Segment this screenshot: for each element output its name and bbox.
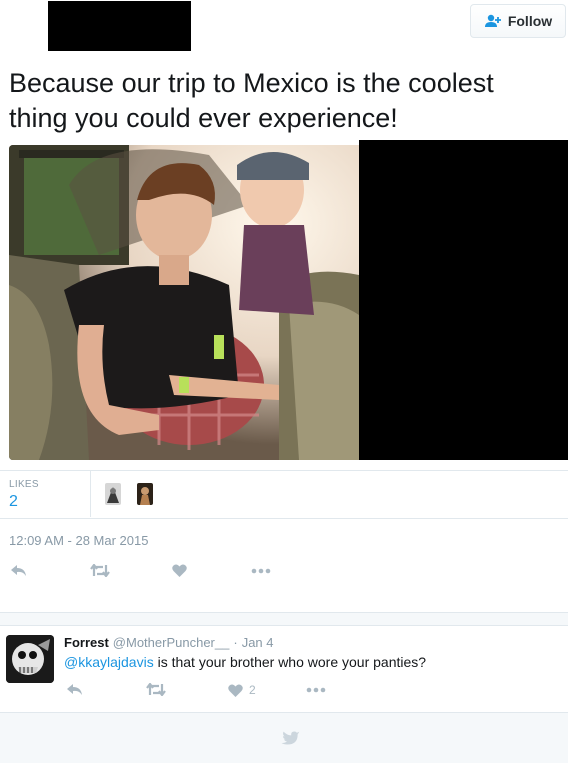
reply-tweet[interactable]: Forrest @MotherPuncher__ · Jan 4 @kkaylajda… bbox=[0, 625, 568, 711]
tweet-stats: LIKES 2 bbox=[0, 470, 568, 519]
heart-icon bbox=[228, 684, 243, 697]
section-divider bbox=[0, 612, 568, 626]
likes-label: LIKES bbox=[9, 479, 39, 490]
reply-dot: · bbox=[233, 635, 238, 650]
reply-icon bbox=[67, 684, 82, 695]
reply-author-handle[interactable]: @MotherPuncher__ bbox=[113, 635, 230, 650]
add-user-icon bbox=[484, 14, 501, 27]
stats-divider bbox=[90, 471, 91, 517]
reply-like-button[interactable]: 2 bbox=[228, 683, 256, 697]
reply-button[interactable] bbox=[10, 564, 27, 577]
reply-like-count: 2 bbox=[249, 683, 256, 697]
reply-more-button[interactable] bbox=[306, 683, 326, 696]
more-button[interactable] bbox=[251, 564, 271, 577]
reply-body: is that your brother who wore your panti… bbox=[153, 654, 427, 670]
more-icon bbox=[251, 568, 271, 574]
heart-icon bbox=[172, 564, 187, 577]
like-button[interactable] bbox=[172, 564, 187, 577]
reply-reply-button[interactable] bbox=[66, 683, 83, 696]
reply-author-name[interactable]: Forrest bbox=[64, 635, 109, 650]
reply-header: Forrest @MotherPuncher__ · Jan 4 bbox=[64, 635, 274, 650]
liker-avatar[interactable] bbox=[105, 483, 121, 505]
follow-button[interactable]: Follow bbox=[470, 4, 566, 38]
follow-label: Follow bbox=[507, 13, 553, 29]
redacted-user-name bbox=[48, 1, 191, 51]
footer bbox=[0, 712, 568, 763]
mention-link[interactable]: @kkaylajdavis bbox=[64, 654, 154, 670]
retweet-button[interactable] bbox=[90, 564, 110, 577]
likes-count[interactable]: 2 bbox=[9, 493, 18, 511]
tweet-photo[interactable] bbox=[9, 145, 359, 460]
twitter-bird-icon bbox=[281, 731, 300, 745]
avatar[interactable] bbox=[6, 635, 54, 683]
redacted-photo-area bbox=[359, 140, 568, 460]
reply-date[interactable]: Jan 4 bbox=[242, 635, 274, 650]
tweet-timestamp[interactable]: 12:09 AM - 28 Mar 2015 bbox=[9, 533, 148, 548]
reply-icon bbox=[11, 565, 26, 576]
liker-avatar[interactable] bbox=[137, 483, 153, 505]
retweet-icon bbox=[146, 683, 166, 696]
reply-retweet-button[interactable] bbox=[146, 683, 166, 696]
reply-text: @kkaylajdavis is that your brother who w… bbox=[64, 654, 426, 670]
retweet-icon bbox=[90, 564, 110, 577]
tweet-text: Because our trip to Mexico is the cooles… bbox=[9, 68, 494, 133]
more-icon bbox=[306, 687, 326, 693]
